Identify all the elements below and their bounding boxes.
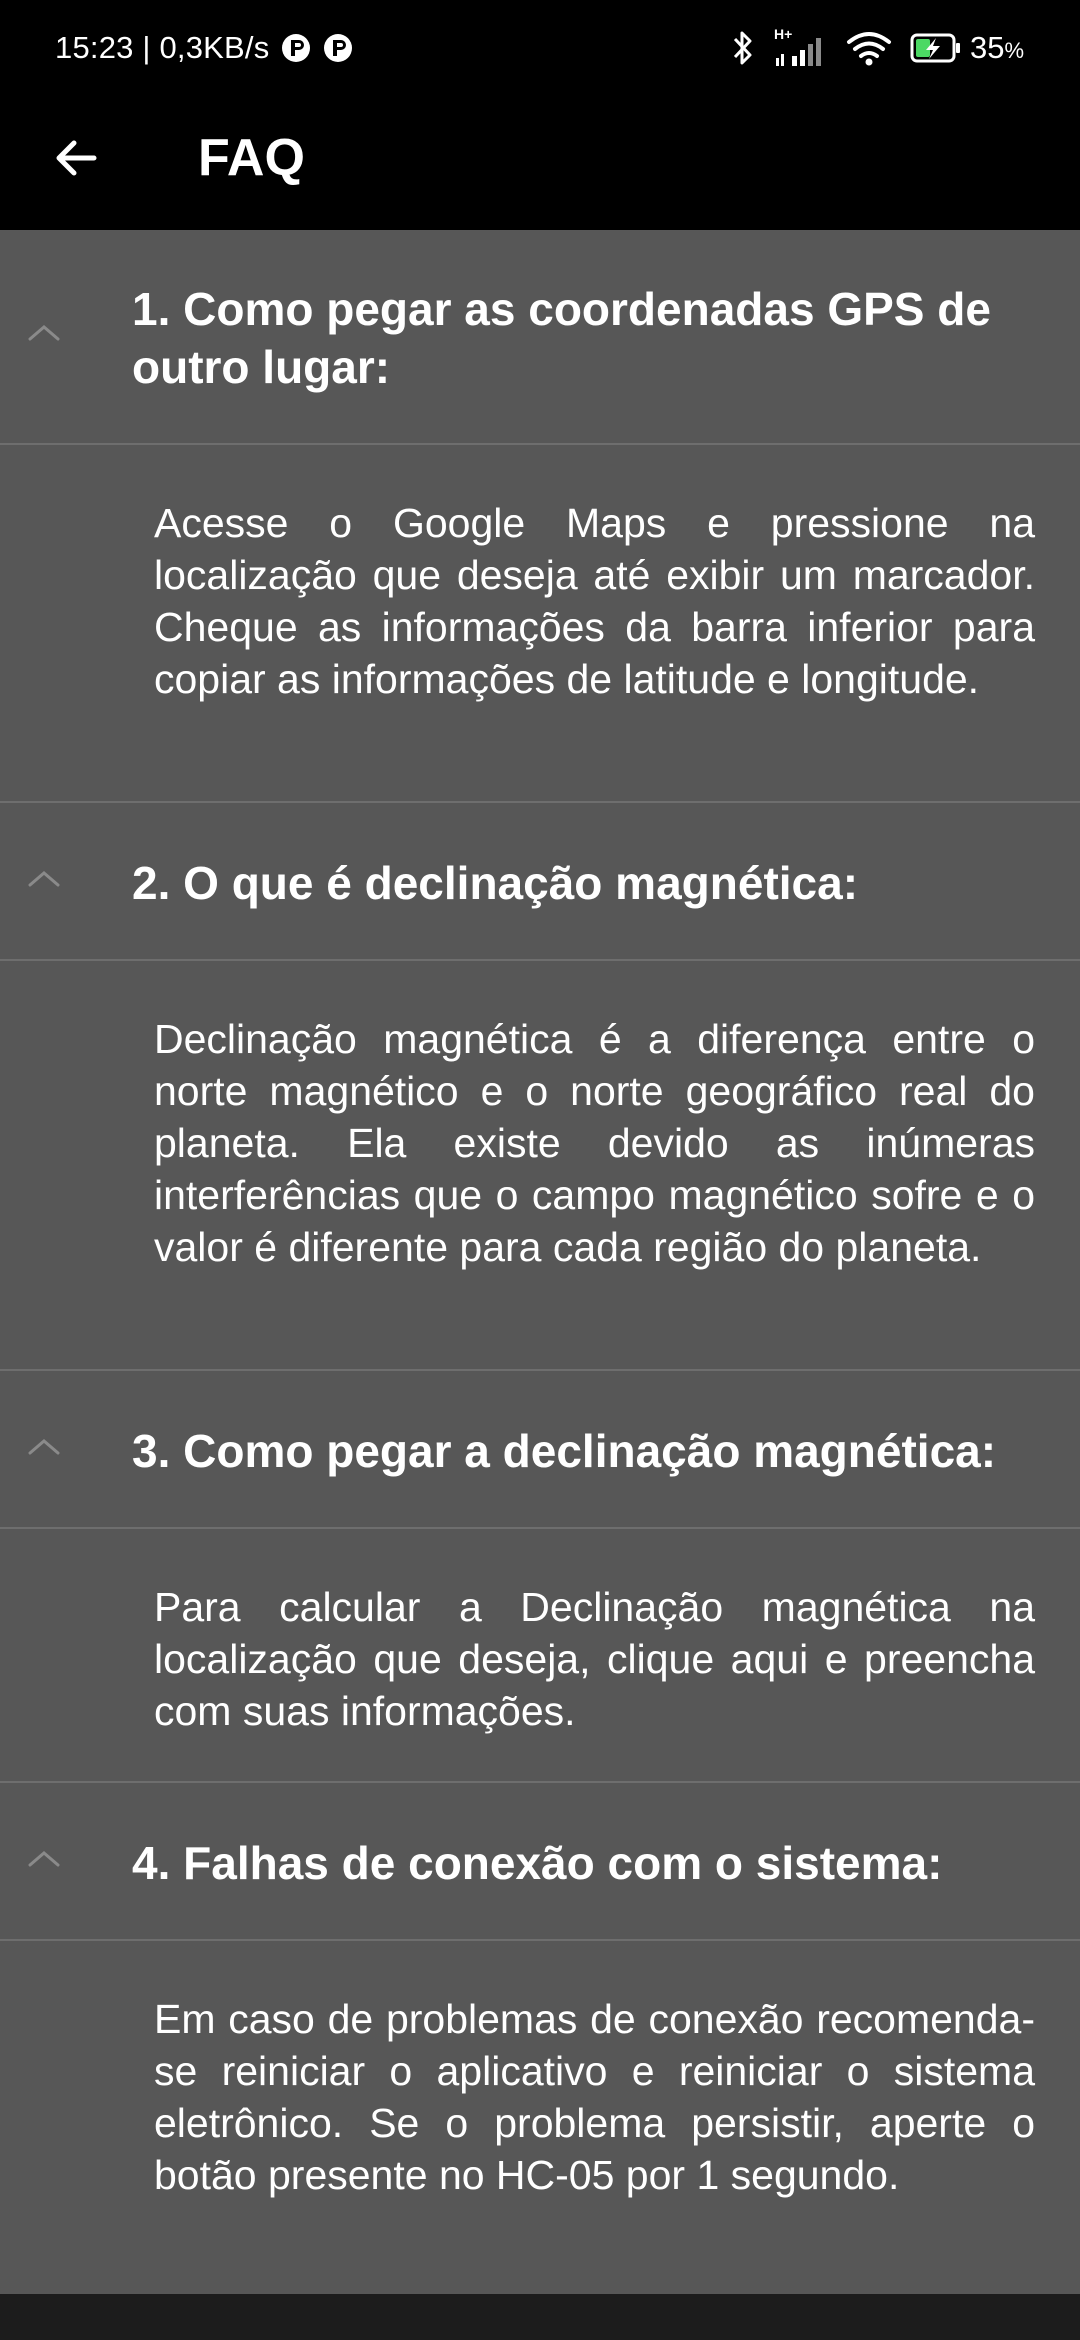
status-bar: 15:23 | 0,3KB/s H+ 35%: [0, 0, 1080, 96]
wifi-icon: [846, 32, 891, 66]
back-button[interactable]: [36, 118, 116, 198]
page-title: FAQ: [198, 129, 305, 187]
app-toolbar: FAQ: [0, 96, 1080, 230]
battery-charging-icon: [910, 33, 960, 63]
chevron-up-icon: [28, 1439, 60, 1455]
arrow-left-icon: [56, 140, 97, 176]
chevron-up-icon: [28, 871, 60, 887]
battery-percent: 35%: [970, 30, 1024, 66]
faq-answer-1: Acesse o Google Maps e pressione na loca…: [154, 500, 1035, 702]
chevron-up-icon: [28, 325, 60, 341]
bluetooth-icon: [733, 31, 752, 65]
battery-percent-value: 35: [969, 30, 1005, 65]
faq-question-4: 4. Falhas de conexão com o sistema:: [132, 1837, 943, 1889]
faq-question-2: 2. O que é declinação magnética:: [132, 857, 859, 909]
status-time-speed: 15:23 | 0,3KB/s: [55, 30, 270, 65]
faq-question-1: 1. Como pegar as coordenadas GPS de outr…: [132, 283, 991, 393]
faq-item-4-answer: Em caso de problemas de conexão recomend…: [0, 1941, 1080, 2291]
signal-icon: H+: [772, 26, 828, 68]
faq-answer-3: Para calcular a Declinação magnética na …: [154, 1584, 1035, 1734]
faq-item-4-header[interactable]: 4. Falhas de conexão com o sistema:: [0, 1783, 1080, 1941]
faq-item-3-header[interactable]: 3. Como pegar a declinação magnética:: [0, 1371, 1080, 1529]
faq-item-1-answer: Acesse o Google Maps e pressione na loca…: [0, 445, 1080, 803]
notification-app-icon: [324, 34, 353, 62]
status-left: 15:23 | 0,3KB/s: [55, 28, 353, 68]
faq-answer-4: Em caso de problemas de conexão recomend…: [154, 1996, 1035, 2198]
chevron-up-icon: [28, 1851, 60, 1867]
battery-percent-unit: %: [1004, 38, 1024, 63]
faq-answer-2: Declinação magnética é a diferença entre…: [154, 1016, 1035, 1270]
faq-item-2-answer: Declinação magnética é a diferença entre…: [0, 961, 1080, 1371]
notification-app-icon: [282, 34, 311, 62]
faq-item-2-header[interactable]: 2. O que é declinação magnética:: [0, 803, 1080, 961]
navigation-bar: [0, 2294, 1080, 2340]
faq-item-1-header[interactable]: 1. Como pegar as coordenadas GPS de outr…: [0, 230, 1080, 445]
status-right: H+ 35%: [714, 26, 1024, 70]
faq-question-3: 3. Como pegar a declinação magnética:: [132, 1425, 997, 1477]
faq-item-3-answer: Para calcular a Declinação magnética na …: [0, 1529, 1080, 1783]
faq-list: 1. Como pegar as coordenadas GPS de outr…: [0, 230, 1080, 2294]
